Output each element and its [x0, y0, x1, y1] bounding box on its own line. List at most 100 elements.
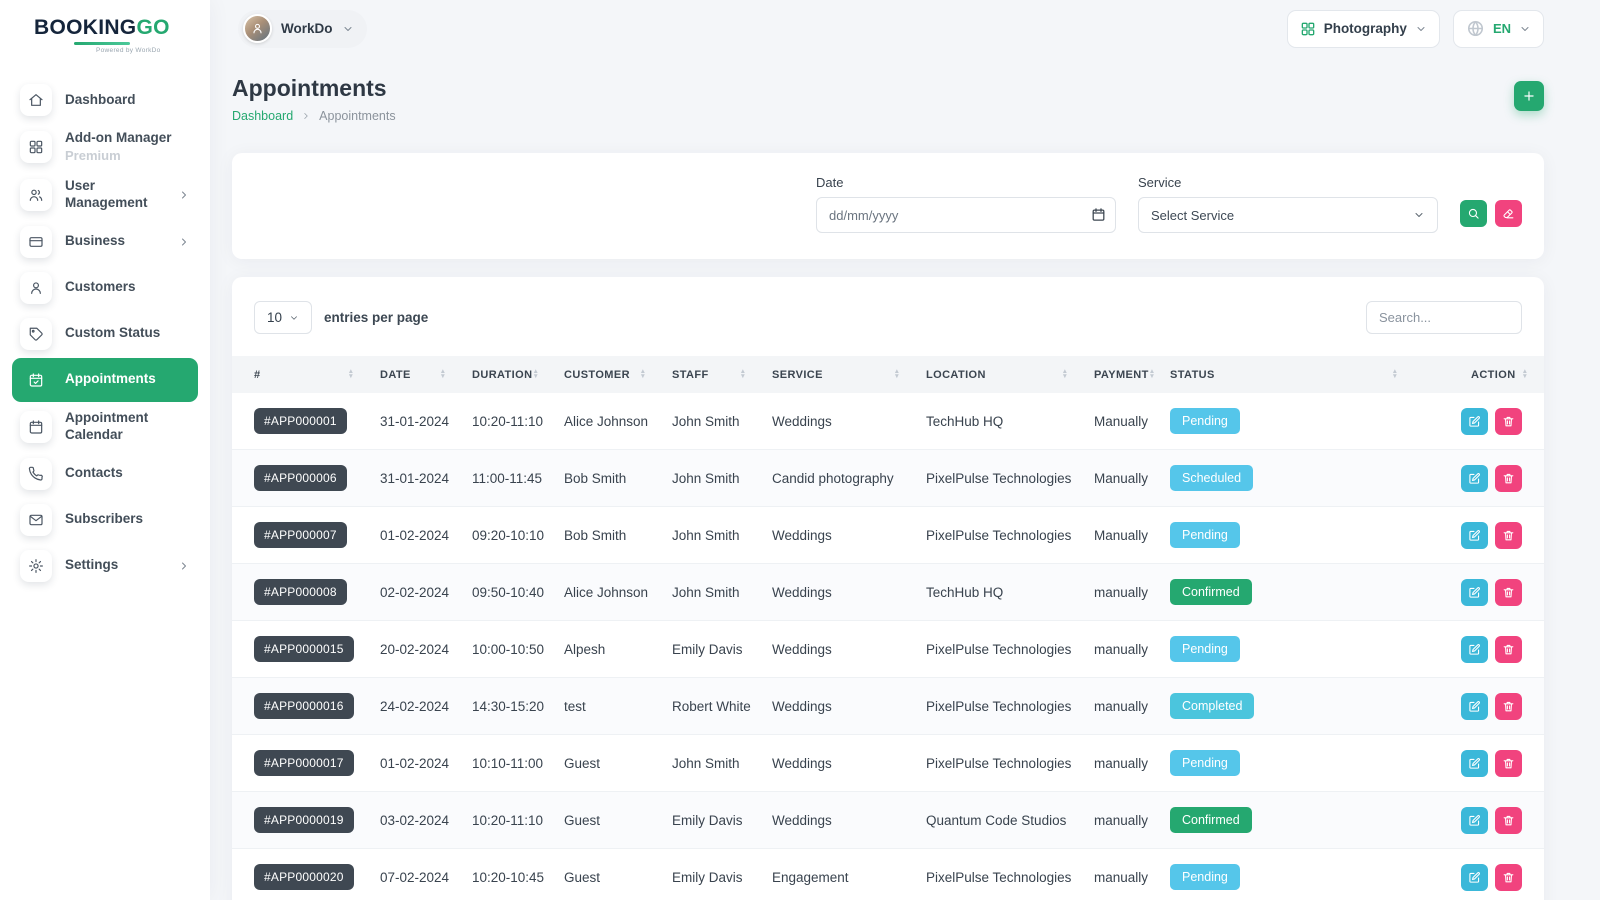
- column-header-action[interactable]: Action▲▼: [1424, 356, 1544, 393]
- app-logo[interactable]: BOOKINGGO Powered by WorkDo: [0, 0, 210, 54]
- sort-icon[interactable]: ▲▼: [740, 370, 746, 378]
- cell-date: 07-02-2024: [380, 870, 472, 885]
- sidebar-item-business[interactable]: Business: [12, 220, 198, 264]
- sidebar-item-subscribers[interactable]: Subscribers: [12, 498, 198, 542]
- table-row: #APP0000016 24-02-2024 14:30-15:20 test …: [232, 678, 1544, 735]
- delete-button[interactable]: [1495, 636, 1522, 663]
- module-switcher[interactable]: Photography: [1287, 10, 1440, 48]
- grid-icon: [1300, 21, 1316, 37]
- delete-button[interactable]: [1495, 465, 1522, 492]
- cell-location: PixelPulse Technologies: [926, 756, 1094, 771]
- sort-icon[interactable]: ▲▼: [1392, 370, 1398, 378]
- service-select[interactable]: Select Service: [1138, 197, 1438, 233]
- delete-button[interactable]: [1495, 408, 1522, 435]
- appointments-table-card: 10 entries per page #▲▼Date▲▼Duration▲▼C…: [232, 277, 1544, 900]
- sidebar-icon-box: [20, 458, 52, 490]
- column-header-duration[interactable]: Duration▲▼: [472, 356, 564, 393]
- sidebar-icon-box: [20, 84, 52, 116]
- status-badge: Pending: [1170, 636, 1240, 662]
- table-row: #APP0000015 20-02-2024 10:00-10:50 Alpes…: [232, 621, 1544, 678]
- cell-payment: manually: [1094, 870, 1170, 885]
- sidebar-item-customers[interactable]: Customers: [12, 266, 198, 310]
- edit-button[interactable]: [1461, 465, 1488, 492]
- sidebar-icon-box: [20, 550, 52, 582]
- column-header-payment[interactable]: Payment▲▼: [1094, 356, 1170, 393]
- workspace-switcher[interactable]: WorkDo: [238, 10, 367, 48]
- sidebar-icon-box: [20, 179, 52, 211]
- calendar-icon[interactable]: [1091, 207, 1106, 222]
- edit-button[interactable]: [1461, 693, 1488, 720]
- column-header-date[interactable]: Date▲▼: [380, 356, 472, 393]
- reset-filter-button[interactable]: [1495, 200, 1522, 227]
- delete-button[interactable]: [1495, 693, 1522, 720]
- users-icon: [28, 187, 44, 203]
- cell-staff: John Smith: [672, 528, 772, 543]
- cell-date: 31-01-2024: [380, 414, 472, 429]
- delete-button[interactable]: [1495, 579, 1522, 606]
- sort-icon[interactable]: ▲▼: [532, 370, 538, 378]
- mail-icon: [28, 512, 44, 528]
- eraser-icon: [1502, 207, 1515, 220]
- edit-button[interactable]: [1461, 579, 1488, 606]
- sidebar-item-dashboard[interactable]: Dashboard: [12, 78, 198, 122]
- sidebar-item-label: Subscribers: [65, 511, 143, 528]
- sidebar-item-user-management[interactable]: User Management: [12, 172, 198, 218]
- edit-icon: [1468, 472, 1481, 485]
- add-appointment-button[interactable]: [1514, 81, 1544, 111]
- cell-location: TechHub HQ: [926, 414, 1094, 429]
- sidebar-item-contacts[interactable]: Contacts: [12, 452, 198, 496]
- sidebar-item-custom-status[interactable]: Custom Status: [12, 312, 198, 356]
- sort-icon[interactable]: ▲▼: [1149, 370, 1155, 378]
- delete-button[interactable]: [1495, 522, 1522, 549]
- sidebar-item-add-on-manager[interactable]: Add-on Manager Premium: [12, 124, 198, 170]
- edit-button[interactable]: [1461, 636, 1488, 663]
- cell-duration: 14:30-15:20: [472, 699, 564, 714]
- cell-duration: 10:10-11:00: [472, 756, 564, 771]
- module-name: Photography: [1324, 21, 1407, 36]
- entries-per-page-select[interactable]: 10: [254, 301, 312, 334]
- delete-button[interactable]: [1495, 750, 1522, 777]
- cell-payment: manually: [1094, 756, 1170, 771]
- edit-icon: [1468, 586, 1481, 599]
- cell-service: Weddings: [772, 585, 926, 600]
- search-filter-button[interactable]: [1460, 200, 1487, 227]
- sort-icon[interactable]: ▲▼: [640, 370, 646, 378]
- edit-button[interactable]: [1461, 408, 1488, 435]
- sidebar-item-appointments[interactable]: Appointments: [12, 358, 198, 402]
- edit-button[interactable]: [1461, 807, 1488, 834]
- column-header-location[interactable]: Location▲▼: [926, 356, 1094, 393]
- user-icon: [251, 22, 264, 35]
- edit-button[interactable]: [1461, 864, 1488, 891]
- home-icon: [28, 92, 44, 108]
- date-input[interactable]: [816, 197, 1116, 233]
- column-header-customer[interactable]: Customer▲▼: [564, 356, 672, 393]
- column-header-staff[interactable]: Staff▲▼: [672, 356, 772, 393]
- table-header-row: #▲▼Date▲▼Duration▲▼Customer▲▼Staff▲▼Serv…: [232, 356, 1544, 393]
- edit-icon: [1468, 415, 1481, 428]
- table-search-input[interactable]: [1366, 301, 1522, 334]
- edit-button[interactable]: [1461, 750, 1488, 777]
- sort-icon[interactable]: ▲▼: [440, 370, 446, 378]
- cell-duration: 10:20-11:10: [472, 414, 564, 429]
- column-header-service[interactable]: Service▲▼: [772, 356, 926, 393]
- sort-icon[interactable]: ▲▼: [894, 370, 900, 378]
- sidebar-item-appointment-calendar[interactable]: Appointment Calendar: [12, 404, 198, 450]
- sort-icon[interactable]: ▲▼: [1062, 370, 1068, 378]
- edit-button[interactable]: [1461, 522, 1488, 549]
- breadcrumb-dashboard-link[interactable]: Dashboard: [232, 109, 293, 123]
- language-switcher[interactable]: EN: [1453, 10, 1544, 48]
- column-header-status[interactable]: Status▲▼: [1170, 356, 1424, 393]
- cell-service: Weddings: [772, 414, 926, 429]
- sidebar-item-settings[interactable]: Settings: [12, 544, 198, 588]
- cell-staff: Emily Davis: [672, 813, 772, 828]
- sort-icon[interactable]: ▲▼: [1522, 370, 1528, 378]
- column-header-id[interactable]: #▲▼: [232, 356, 380, 393]
- cell-date: 24-02-2024: [380, 699, 472, 714]
- delete-button[interactable]: [1495, 864, 1522, 891]
- delete-button[interactable]: [1495, 807, 1522, 834]
- plus-icon: [1522, 89, 1536, 103]
- grid-icon: [28, 139, 44, 155]
- sidebar-icon-box: [20, 318, 52, 350]
- sort-icon[interactable]: ▲▼: [348, 370, 354, 378]
- sidebar-icon-box: [20, 131, 52, 163]
